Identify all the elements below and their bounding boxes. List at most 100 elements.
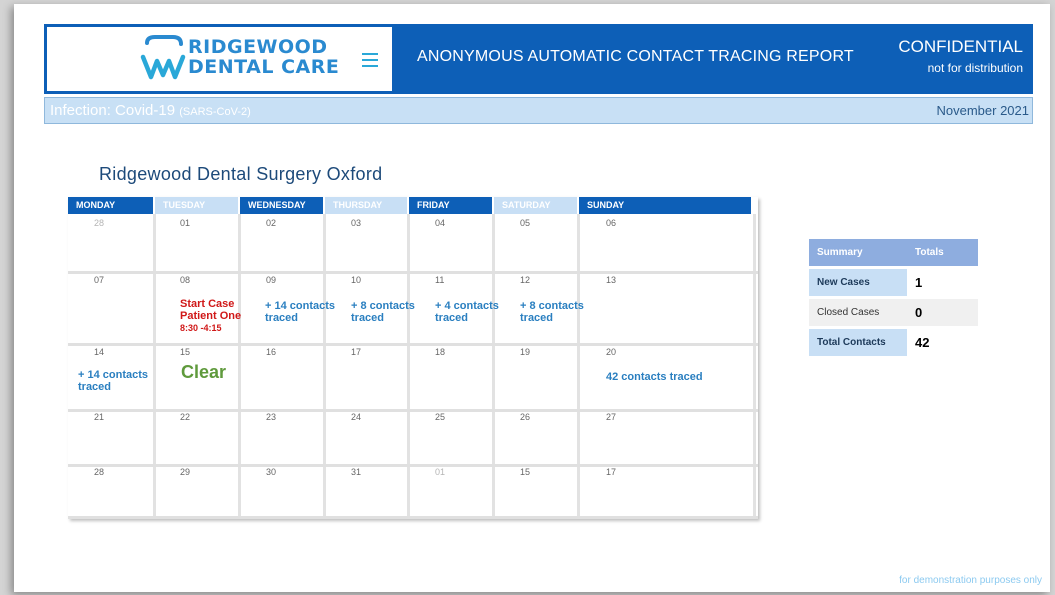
brand-logo[interactable]: RIDGEWOOD DENTAL CARE xyxy=(47,27,392,91)
day-number[interactable]: 01 xyxy=(180,218,190,228)
day-number[interactable]: 15 xyxy=(180,347,190,357)
surgery-title: Ridgewood Dental Surgery Oxford xyxy=(99,164,383,184)
table-row: Total Contacts 42 xyxy=(809,329,978,356)
table-row: New Cases 1 xyxy=(809,269,978,296)
day-number[interactable]: 05 xyxy=(520,218,530,228)
summary-value: 42 xyxy=(907,329,978,356)
day-number[interactable]: 02 xyxy=(266,218,276,228)
day-number[interactable]: 26 xyxy=(520,412,530,422)
event-start-case[interactable]: Start Case Patient One 8:30 -4:15 xyxy=(180,298,241,334)
event-clear[interactable]: Clear xyxy=(181,362,226,382)
report-month: November 2021 xyxy=(936,103,1030,118)
day-number[interactable]: 24 xyxy=(351,412,361,422)
grid-line xyxy=(753,214,756,519)
event-line: + 14 contacts xyxy=(78,369,149,381)
totals-column-header: Totals xyxy=(907,239,978,266)
event-time: 8:30 -4:15 xyxy=(180,323,222,333)
day-number[interactable]: 23 xyxy=(266,412,276,422)
event-line: Patient One xyxy=(180,310,242,322)
report-page: RIDGEWOOD DENTAL CARE ANONYMOUS AUTOMATI… xyxy=(14,4,1050,592)
day-header-tuesday: TUESDAY xyxy=(155,197,238,214)
event-line: traced xyxy=(265,312,299,324)
day-number[interactable]: 13 xyxy=(606,275,616,285)
day-number[interactable]: 17 xyxy=(606,467,616,477)
day-number[interactable]: 12 xyxy=(520,275,530,285)
event-line: + 4 contacts xyxy=(435,300,499,312)
day-number[interactable]: 29 xyxy=(180,467,190,477)
summary-label: Closed Cases xyxy=(809,299,907,326)
grid-line xyxy=(68,516,758,519)
day-number[interactable]: 28 xyxy=(94,218,104,228)
day-number[interactable]: 10 xyxy=(351,275,361,285)
day-number[interactable]: 03 xyxy=(351,218,361,228)
event-contacts-traced[interactable]: + 4 contacts traced xyxy=(435,300,499,324)
day-header-wednesday: WEDNESDAY xyxy=(240,197,323,214)
day-number[interactable]: 28 xyxy=(94,467,104,477)
day-header-thursday: THURSDAY xyxy=(325,197,407,214)
brand-line-2: DENTAL CARE xyxy=(188,56,340,78)
tooth-icon xyxy=(140,35,186,80)
day-number[interactable]: 17 xyxy=(351,347,361,357)
infection-variant: (SARS-CoV-2) xyxy=(179,106,251,118)
event-line: + 8 contacts xyxy=(351,300,415,312)
day-number[interactable]: 21 xyxy=(94,412,104,422)
day-number[interactable]: 11 xyxy=(435,275,444,285)
summary-label: New Cases xyxy=(809,269,907,296)
summary-label: Total Contacts xyxy=(809,329,907,356)
infection-bar: Infection: Covid-19 (SARS-CoV-2) Novembe… xyxy=(44,97,1033,124)
day-number[interactable]: 30 xyxy=(266,467,276,477)
day-number[interactable]: 25 xyxy=(435,412,445,422)
event-contacts-traced[interactable]: + 14 contacts traced xyxy=(265,300,335,324)
grid-line xyxy=(153,214,156,519)
demo-footer: for demonstration purposes only xyxy=(899,575,1042,586)
day-number[interactable]: 04 xyxy=(435,218,445,228)
table-row: Closed Cases 0 xyxy=(809,299,978,326)
grid-line xyxy=(68,464,758,467)
event-line: traced xyxy=(351,312,385,324)
day-number[interactable]: 20 xyxy=(606,347,616,357)
day-number[interactable]: 06 xyxy=(606,218,616,228)
day-header-friday: FRIDAY xyxy=(409,197,492,214)
event-contacts-traced[interactable]: + 14 contacts traced xyxy=(78,369,148,393)
day-number[interactable]: 15 xyxy=(520,467,530,477)
event-contacts-traced[interactable]: + 8 contacts traced xyxy=(520,300,584,324)
report-title: ANONYMOUS AUTOMATIC CONTACT TRACING REPO… xyxy=(417,48,854,65)
day-number[interactable]: 19 xyxy=(520,347,530,357)
day-number[interactable]: 16 xyxy=(266,347,276,357)
day-number[interactable]: 08 xyxy=(180,275,190,285)
grid-line xyxy=(238,214,241,519)
day-header-saturday: SATURDAY xyxy=(494,197,577,214)
event-line: Start Case xyxy=(180,298,235,310)
day-number[interactable]: 31 xyxy=(351,467,361,477)
confidential-notice: CONFIDENTIAL not for distribution xyxy=(898,37,1023,75)
summary-header-row: Summary Totals xyxy=(809,239,978,266)
infection-label: Infection: Covid-19 (SARS-CoV-2) xyxy=(50,102,251,119)
day-number[interactable]: 09 xyxy=(266,275,276,285)
distribution-label: not for distribution xyxy=(927,61,1023,75)
day-number[interactable]: 22 xyxy=(180,412,190,422)
summary-column-header: Summary xyxy=(809,239,907,266)
summary-table: Summary Totals New Cases 1 Closed Cases … xyxy=(809,236,978,359)
day-number[interactable]: 07 xyxy=(94,275,104,285)
event-contacts-traced[interactable]: + 8 contacts traced xyxy=(351,300,415,324)
day-number[interactable]: 27 xyxy=(606,412,616,422)
hamburger-menu-icon[interactable] xyxy=(362,53,378,71)
day-number[interactable]: 18 xyxy=(435,347,445,357)
infection-name: Infection: Covid-19 xyxy=(50,102,176,119)
grid-line xyxy=(68,343,758,346)
day-header-sunday: SUNDAY xyxy=(579,197,751,214)
event-total-contacts[interactable]: 42 contacts traced xyxy=(606,371,703,383)
grid-line xyxy=(68,409,758,412)
event-line: traced xyxy=(78,381,112,393)
grid-line xyxy=(407,214,410,519)
calendar: MONDAY TUESDAY WEDNESDAY THURSDAY FRIDAY… xyxy=(68,197,758,519)
report-header: RIDGEWOOD DENTAL CARE ANONYMOUS AUTOMATI… xyxy=(44,24,1033,94)
grid-line xyxy=(492,214,495,519)
confidential-label: CONFIDENTIAL xyxy=(898,37,1023,56)
brand-line-1: RIDGEWOOD xyxy=(188,36,328,58)
day-number[interactable]: 14 xyxy=(94,347,104,357)
day-number[interactable]: 01 xyxy=(435,467,445,477)
event-line: + 14 contacts xyxy=(265,300,336,312)
grid-line xyxy=(68,271,758,274)
event-line: + 8 contacts xyxy=(520,300,584,312)
